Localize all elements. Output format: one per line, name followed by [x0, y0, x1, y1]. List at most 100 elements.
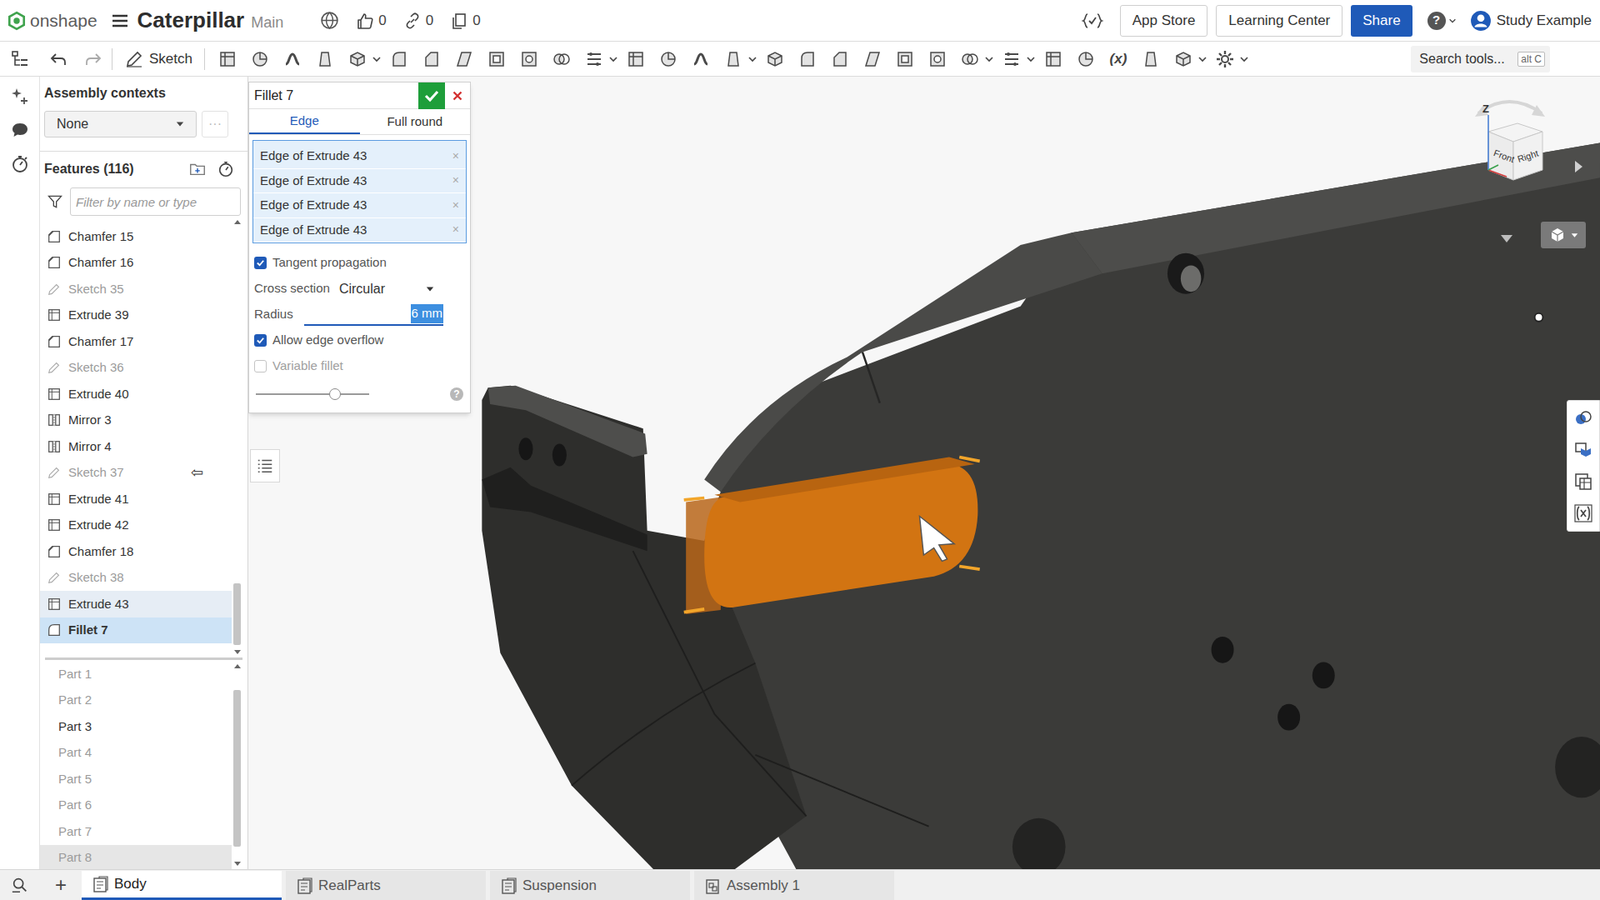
help-menu[interactable]: ? — [1427, 11, 1457, 30]
toolbar-button[interactable] — [245, 45, 275, 74]
toolbar-button[interactable] — [825, 45, 855, 74]
toolbar-button[interactable] — [482, 45, 511, 74]
redo-icon[interactable] — [83, 49, 104, 70]
toolbar-button[interactable] — [1169, 45, 1198, 74]
remove-selection-button[interactable]: × — [452, 196, 460, 215]
cross-section-select[interactable]: Circular — [335, 278, 438, 300]
radius-input[interactable]: 6 mm — [304, 304, 444, 326]
feature-row[interactable]: Mirror 3 — [40, 407, 232, 435]
variable-table-icon[interactable] — [1573, 503, 1594, 524]
toolbar-button[interactable] — [923, 45, 952, 74]
caret-icon[interactable] — [1197, 54, 1208, 65]
toolbar-button[interactable] — [547, 45, 576, 74]
feature-row[interactable]: Sketch 38 — [40, 565, 232, 592]
toolbar-button[interactable] — [417, 45, 446, 74]
header-button[interactable]: Learning Center — [1215, 5, 1343, 37]
insert-part-icon[interactable] — [10, 85, 30, 106]
toolbar-button[interactable] — [654, 45, 683, 74]
caret-icon[interactable] — [747, 54, 758, 65]
tab-search-button[interactable] — [0, 870, 40, 900]
option-checkbox[interactable] — [254, 256, 267, 270]
toolbar-button[interactable] — [890, 45, 920, 74]
toolbar-button[interactable] — [621, 45, 650, 74]
view-cube[interactable]: ZFrontRight — [1455, 88, 1564, 214]
slider-thumb[interactable] — [329, 388, 341, 400]
part-row[interactable]: Part 6 — [40, 792, 232, 820]
toolbar-button[interactable] — [450, 45, 479, 74]
add-tab-button[interactable]: + — [40, 870, 82, 900]
panel-divider[interactable] — [45, 657, 243, 661]
document-tab[interactable]: RealParts — [285, 870, 486, 900]
feature-row[interactable]: Mirror 4 — [40, 433, 232, 460]
toolbar-button[interactable] — [310, 45, 340, 74]
toolbar-button[interactable] — [278, 45, 307, 74]
feature-row[interactable]: Extrude 43 — [40, 590, 232, 618]
context-dropdown[interactable]: None — [44, 110, 197, 138]
tool-search-input[interactable] — [1419, 49, 1513, 70]
sketch-button[interactable]: Sketch — [120, 45, 196, 74]
remove-selection-button[interactable]: × — [452, 147, 460, 165]
header-button[interactable]: App Store — [1120, 5, 1209, 37]
add-folder-icon[interactable] — [188, 160, 207, 179]
dialog-tab[interactable]: Edge — [249, 109, 360, 135]
feature-row[interactable]: Chamfer 18 — [40, 538, 232, 565]
rollback-timer-icon[interactable] — [216, 160, 235, 179]
feature-row[interactable]: Extrude 39 — [40, 302, 232, 330]
share-button[interactable]: Share — [1350, 5, 1412, 37]
scroll-thumb[interactable] — [233, 583, 241, 645]
option-checkbox[interactable] — [254, 334, 267, 347]
rollback-arrow[interactable]: ⇦ — [190, 461, 204, 485]
document-tab[interactable]: Body — [81, 870, 282, 900]
stat-links[interactable]: 0 — [403, 10, 434, 32]
dialog-tab[interactable]: Full round — [360, 109, 471, 135]
parts-table-icon[interactable] — [1573, 440, 1594, 460]
feature-row[interactable]: Fillet 7 — [40, 617, 232, 645]
feature-row[interactable]: Sketch 37⇦ — [40, 460, 232, 487]
context-more-button[interactable]: ··· — [201, 110, 229, 138]
stopwatch-icon[interactable] — [10, 154, 30, 175]
toolbar-button[interactable] — [1136, 45, 1165, 74]
remove-selection-button[interactable]: × — [452, 220, 460, 239]
caret-icon[interactable] — [1239, 54, 1250, 65]
stat-likes[interactable]: 0 — [355, 10, 386, 32]
cube-face-label[interactable]: Right — [1515, 148, 1540, 165]
scroll-up-icon[interactable] — [233, 218, 242, 226]
undo-icon[interactable] — [48, 49, 69, 70]
part-row[interactable]: Part 2 — [40, 687, 232, 715]
caret-icon[interactable] — [1025, 54, 1036, 65]
cube-face-label[interactable]: Front — [1492, 147, 1516, 165]
feature-row[interactable]: Chamfer 15 — [40, 223, 232, 250]
caret-icon[interactable] — [984, 54, 995, 65]
scroll-down-icon[interactable] — [233, 648, 242, 656]
onshape-logo[interactable]: onshape — [6, 7, 98, 35]
toolbar-button[interactable]: (x) — [1104, 45, 1133, 74]
part-row[interactable]: Part 7 — [40, 818, 232, 845]
document-tab[interactable]: Suspension — [490, 870, 690, 900]
toolbar-button[interactable] — [793, 45, 822, 74]
feature-row[interactable]: Chamfer 16 — [40, 250, 232, 277]
globe-icon[interactable] — [320, 10, 340, 30]
preview-slider-track[interactable] — [255, 393, 370, 395]
user-menu[interactable]: Study Example — [1470, 10, 1592, 32]
rotate-right-icon[interactable] — [1573, 160, 1584, 174]
scroll-thumb[interactable] — [233, 690, 241, 847]
toolbar-button[interactable] — [719, 45, 748, 74]
feature-row[interactable]: Extrude 41 — [40, 485, 232, 513]
caret-icon[interactable] — [371, 54, 382, 65]
configurations-icon[interactable] — [1573, 471, 1594, 492]
dialog-list-button[interactable] — [250, 449, 280, 483]
selection-list[interactable]: Edge of Extrude 43×Edge of Extrude 43×Ed… — [252, 140, 467, 244]
toolbar-button[interactable] — [858, 45, 887, 74]
scroll-up-icon[interactable] — [233, 662, 242, 670]
scrollbar[interactable] — [231, 216, 243, 658]
selection-item[interactable]: Edge of Extrude 43× — [253, 169, 466, 195]
view-menu-arrow-icon[interactable] — [1500, 233, 1514, 244]
part-row[interactable]: Part 1 — [40, 660, 232, 688]
caret-icon[interactable] — [608, 54, 619, 65]
scroll-down-icon[interactable] — [233, 860, 242, 868]
variables-icon[interactable] — [1081, 11, 1104, 30]
toolbar-button[interactable] — [760, 45, 790, 74]
part-row[interactable]: Part 5 — [40, 765, 232, 793]
toolbar-button[interactable] — [385, 45, 414, 74]
feature-row[interactable]: Extrude 42 — [40, 512, 232, 540]
